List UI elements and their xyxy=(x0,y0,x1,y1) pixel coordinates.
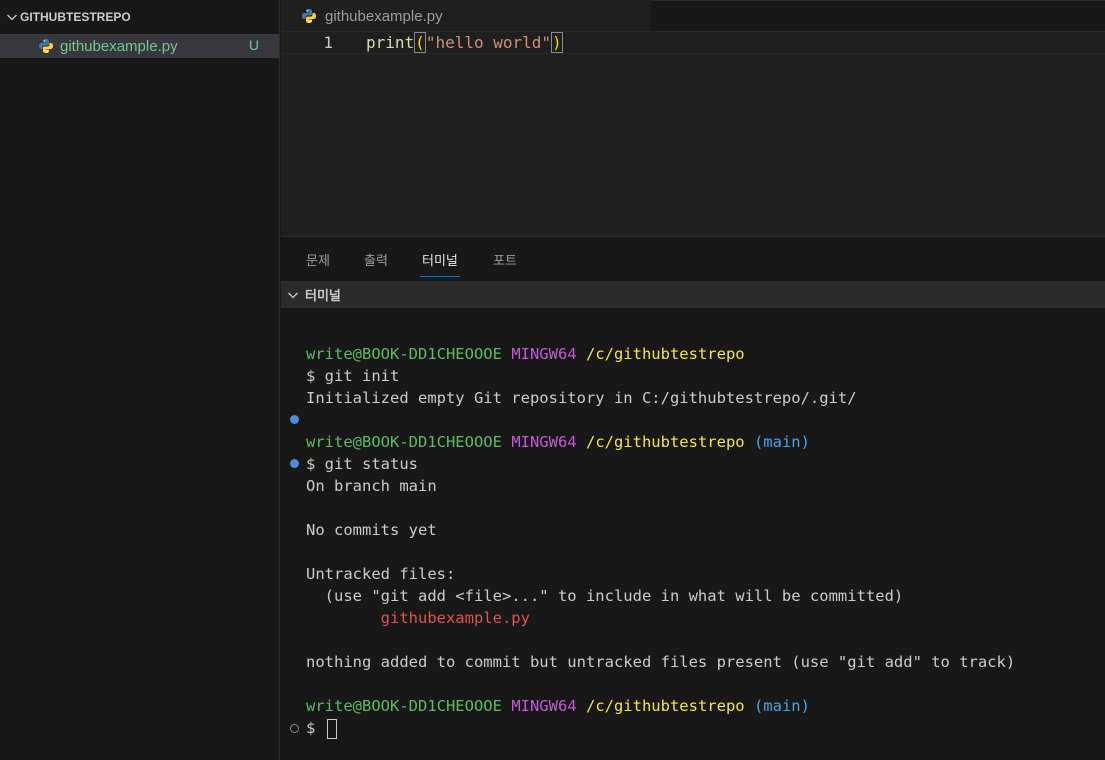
terminal-cursor xyxy=(326,718,337,739)
terminal-input-line[interactable]: $ xyxy=(281,717,1105,739)
tab-ports[interactable]: 포트 xyxy=(493,250,517,269)
code-text[interactable]: print("hello world") xyxy=(366,32,563,53)
terminal-prompt-line: write@BOOK-DD1CHEOOOE MINGW64 /c/githubt… xyxy=(281,343,1105,365)
explorer-section-title: GITHUBTESTREPO xyxy=(20,10,131,24)
prompt-user: write@BOOK-DD1CHEOOOE xyxy=(306,345,502,363)
explorer-sidebar: GITHUBTESTREPO githubexample.py U xyxy=(0,0,280,760)
prompt-env: MINGW64 xyxy=(511,433,577,451)
explorer-section-header[interactable]: GITHUBTESTREPO xyxy=(0,0,279,34)
prompt-branch: (main) xyxy=(753,433,810,451)
editor-area: githubexample.py 1 print("hello world") xyxy=(281,0,1105,236)
terminal-output-line: On branch main xyxy=(306,477,437,495)
terminal-output-line: Initialized empty Git repository in C:/g… xyxy=(306,389,857,407)
terminal-command-line: $ git status xyxy=(281,453,1105,475)
terminal-output-line: (use "git add <file>..." to include in w… xyxy=(306,587,904,605)
chevron-down-icon xyxy=(7,14,17,21)
code-function: print xyxy=(366,33,415,52)
bottom-panel: 문제 출력 터미널 포트 터미널 write@BOOK-DD1CHEOOOE M… xyxy=(281,236,1105,760)
terminal-section-title: 터미널 xyxy=(305,289,341,304)
panel-tab-bar: 문제 출력 터미널 포트 xyxy=(281,237,1105,281)
code-string: "hello world" xyxy=(425,33,552,52)
explorer-file-item[interactable]: githubexample.py U xyxy=(0,34,279,58)
chevron-down-icon xyxy=(288,292,298,298)
vscode-window: GITHUBTESTREPO githubexample.py U github… xyxy=(0,0,1105,760)
prompt-user: write@BOOK-DD1CHEOOOE xyxy=(306,433,502,451)
prompt-path: /c/githubtestrepo xyxy=(585,433,745,451)
git-status-badge: U xyxy=(248,37,259,53)
code-bracket-close: ) xyxy=(551,32,563,53)
editor-tab-label: githubexample.py xyxy=(325,7,443,25)
explorer-file-name: githubexample.py xyxy=(60,37,178,55)
terminal-output[interactable]: write@BOOK-DD1CHEOOOE MINGW64 /c/githubt… xyxy=(281,343,1105,739)
command-text: $ git status xyxy=(306,455,418,473)
editor-tab[interactable]: githubexample.py xyxy=(281,0,651,32)
prompt-path: /c/githubtestrepo xyxy=(585,345,745,363)
tab-problems[interactable]: 문제 xyxy=(306,250,330,269)
tab-bar-divider xyxy=(651,0,1105,1)
terminal-untracked-file: githubexample.py xyxy=(306,609,530,627)
line-number: 1 xyxy=(323,33,333,52)
tab-terminal[interactable]: 터미널 xyxy=(420,250,460,277)
terminal-section-header[interactable]: 터미널 xyxy=(281,281,1105,308)
terminal-command-line: $ git init xyxy=(306,367,400,385)
terminal-output-line: No commits yet xyxy=(306,521,437,539)
code-bracket-open: ( xyxy=(414,32,426,53)
terminal-output-line: Untracked files: xyxy=(306,565,456,583)
python-file-icon xyxy=(39,39,53,53)
prompt-path: /c/githubtestrepo xyxy=(585,697,745,715)
prompt-env: MINGW64 xyxy=(511,345,577,363)
terminal-prompt-line: write@BOOK-DD1CHEOOOE MINGW64 /c/githubt… xyxy=(281,431,1105,453)
terminal-decoration-pending-icon[interactable] xyxy=(290,724,299,733)
terminal-decoration-success-icon[interactable] xyxy=(290,415,299,424)
terminal-output-line: nothing added to commit but untracked fi… xyxy=(306,653,1016,671)
terminal-prompt-line: write@BOOK-DD1CHEOOOE MINGW64 /c/githubt… xyxy=(281,695,1105,717)
prompt-user: write@BOOK-DD1CHEOOOE xyxy=(306,697,502,715)
terminal-blank-line xyxy=(281,409,1105,431)
code-line[interactable]: 1 print("hello world") xyxy=(281,31,1105,54)
terminal-decoration-success-icon[interactable] xyxy=(290,459,299,468)
tab-output[interactable]: 출력 xyxy=(364,250,388,269)
prompt-branch: (main) xyxy=(753,697,810,715)
prompt-symbol: $ xyxy=(306,719,316,737)
prompt-env: MINGW64 xyxy=(511,697,577,715)
python-file-icon xyxy=(302,9,316,23)
editor-tab-bar: githubexample.py xyxy=(281,0,1105,32)
